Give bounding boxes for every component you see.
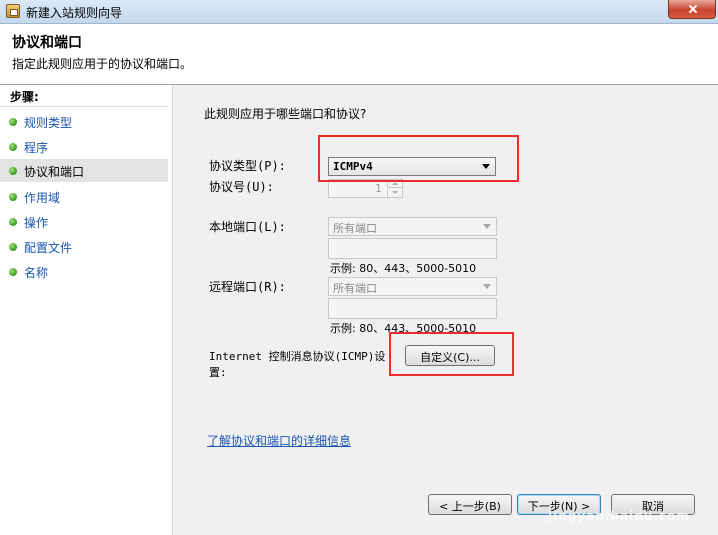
step-label: 协议和端口	[24, 165, 85, 179]
remote-port-select[interactable]: 所有端口	[328, 277, 497, 296]
remote-port-label: 远程端口(R):	[209, 280, 286, 294]
learn-more-link[interactable]: 了解协议和端口的详细信息	[207, 432, 351, 449]
step-bullet-icon	[9, 243, 17, 251]
local-port-example: 示例: 80、443、5000-5010	[330, 262, 477, 275]
step-label: 规则类型	[24, 116, 73, 130]
title-bar: 新建入站规则向导	[0, 0, 718, 24]
icmp-label-line1: Internet 控制消息协议(ICMP)设	[209, 350, 386, 363]
step-rule-type[interactable]: 规则类型	[0, 110, 168, 133]
spin-down-icon[interactable]	[387, 189, 402, 197]
page-title: 协议和端口	[12, 35, 82, 51]
firewall-app-icon	[6, 4, 20, 18]
page-subtitle: 指定此规则应用于的协议和端口。	[12, 57, 193, 71]
step-action[interactable]: 操作	[0, 210, 168, 233]
step-bullet-icon	[9, 268, 17, 276]
step-profile[interactable]: 配置文件	[0, 235, 168, 258]
step-name[interactable]: 名称	[0, 260, 168, 283]
local-port-select[interactable]: 所有端口	[328, 217, 497, 236]
step-label: 配置文件	[24, 241, 73, 255]
steps-panel: 步骤: 规则类型 程序 协议和端口 作用域 操作 配置文件 名称	[0, 85, 173, 535]
chevron-down-icon	[483, 224, 491, 229]
step-bullet-icon	[9, 118, 17, 126]
step-bullet-icon	[9, 218, 17, 226]
wizard-header: 协议和端口 指定此规则应用于的协议和端口。	[0, 24, 718, 85]
highlight-box-protocol-type	[318, 135, 519, 182]
local-port-value: 所有端口	[333, 222, 377, 235]
step-label: 操作	[24, 216, 49, 230]
chevron-down-icon	[483, 284, 491, 289]
window-title: 新建入站规则向导	[26, 6, 123, 20]
step-protocol-and-ports[interactable]: 协议和端口	[0, 159, 168, 182]
protocol-number-label: 协议号(U):	[209, 180, 274, 194]
protocol-number-value: 1	[375, 182, 382, 195]
close-button[interactable]	[668, 0, 716, 19]
back-button[interactable]: < 上一步(B)	[428, 494, 512, 515]
remote-port-value: 所有端口	[333, 282, 377, 295]
step-label: 程序	[24, 141, 49, 155]
step-bullet-icon	[9, 193, 17, 201]
highlight-box-customize	[389, 332, 514, 376]
step-bullet-icon	[9, 143, 17, 151]
step-label: 作用域	[24, 191, 61, 205]
icmp-label-line2: 置:	[209, 366, 227, 379]
steps-title: 步骤:	[0, 85, 168, 107]
step-scope[interactable]: 作用域	[0, 185, 168, 208]
local-port-input[interactable]	[328, 238, 497, 259]
protocol-type-label: 协议类型(P):	[209, 159, 286, 173]
remote-port-input[interactable]	[328, 298, 497, 319]
step-bullet-icon	[9, 167, 17, 175]
step-program[interactable]: 程序	[0, 135, 168, 158]
step-label: 名称	[24, 266, 49, 280]
watermark-text: jingyan.baidu.com	[548, 509, 690, 523]
question-text: 此规则应用于哪些端口和协议?	[204, 107, 367, 121]
local-port-label: 本地端口(L):	[209, 220, 286, 234]
icmp-settings-label: Internet 控制消息协议(ICMP)设 置:	[209, 348, 385, 380]
